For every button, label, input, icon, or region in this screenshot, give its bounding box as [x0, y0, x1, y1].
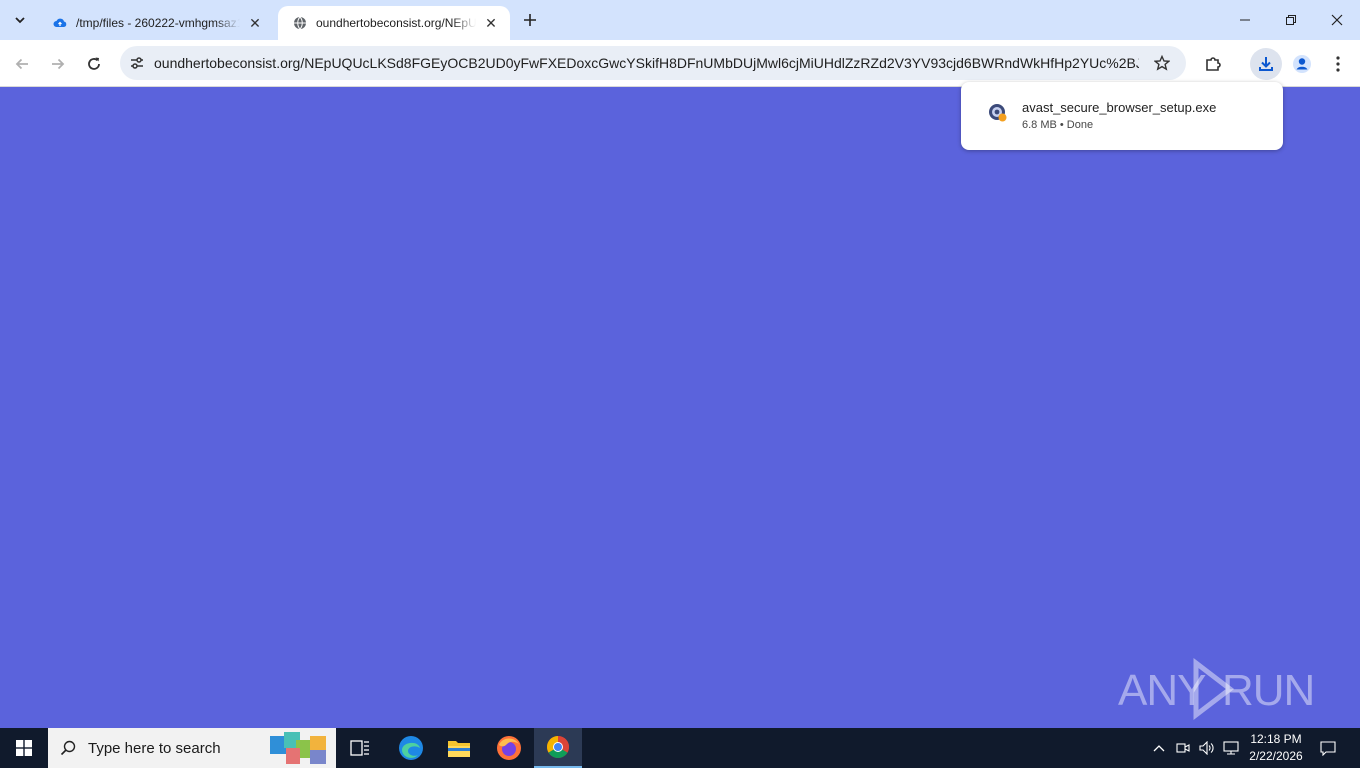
- downloads-button[interactable]: [1250, 48, 1282, 80]
- system-clock[interactable]: 12:18 PM 2/22/2026: [1244, 731, 1308, 765]
- search-placeholder: Type here to search: [88, 739, 221, 757]
- close-icon[interactable]: ✕: [482, 14, 500, 32]
- more-vert-icon: [1336, 56, 1340, 72]
- address-bar[interactable]: oundhertobeconsist.org/NEpUQUcLKSd8FGEyO…: [120, 46, 1186, 80]
- forward-button[interactable]: [44, 50, 72, 78]
- network-button[interactable]: [1222, 728, 1240, 768]
- profile-button[interactable]: [1286, 48, 1318, 80]
- minimize-button[interactable]: [1222, 0, 1268, 40]
- browser-toolbar: oundhertobeconsist.org/NEpUQUcLKSd8FGEyO…: [0, 40, 1360, 87]
- tab-oundhertobeconsist[interactable]: oundhertobeconsist.org/NEpUQ ✕: [278, 6, 510, 40]
- close-icon: [1331, 14, 1343, 26]
- back-button[interactable]: [8, 50, 36, 78]
- star-icon: [1154, 55, 1170, 71]
- clock-date: 2/22/2026: [1249, 749, 1303, 763]
- taskbar-search-box[interactable]: Type here to search: [48, 728, 336, 768]
- start-button[interactable]: [0, 728, 48, 768]
- edge-icon: [399, 736, 423, 760]
- firefox-icon: [497, 736, 521, 760]
- reload-icon: [88, 57, 100, 70]
- avatar-icon: [1293, 55, 1311, 73]
- plus-icon: [524, 14, 536, 26]
- close-icon[interactable]: ✕: [246, 14, 264, 32]
- svg-text:RUN: RUN: [1222, 666, 1314, 715]
- tune-icon: [131, 57, 143, 69]
- windows-logo-icon: [16, 740, 32, 756]
- search-icon: [48, 740, 88, 756]
- arrow-right-icon: [52, 58, 65, 70]
- download-status: 6.8 MB • Done: [1022, 119, 1094, 131]
- restore-button[interactable]: [1268, 0, 1314, 40]
- page-content: [0, 88, 1360, 728]
- windows-taskbar: Type here to search 12:18 PM 2/22/2026: [0, 728, 1360, 768]
- minimize-icon: [1240, 19, 1250, 21]
- task-view-button[interactable]: [336, 728, 384, 768]
- restore-icon: [1286, 15, 1296, 25]
- tab-search-button[interactable]: [7, 8, 33, 32]
- chrome-icon: [547, 736, 569, 758]
- tray-overflow-button[interactable]: [1150, 728, 1168, 768]
- download-bubble[interactable]: avast_secure_browser_setup.exe 6.8 MB • …: [961, 82, 1283, 150]
- installer-file-icon: [989, 104, 1007, 122]
- menu-button[interactable]: [1322, 48, 1354, 80]
- anyrun-watermark: ANY RUN: [1118, 656, 1318, 722]
- meet-now-button[interactable]: [1174, 728, 1192, 768]
- chevron-down-icon: [15, 17, 25, 24]
- network-icon: [1223, 741, 1239, 755]
- download-icon: [1259, 57, 1273, 71]
- download-filename[interactable]: avast_secure_browser_setup.exe: [1022, 100, 1216, 115]
- new-tab-button[interactable]: [518, 8, 542, 32]
- chevron-up-icon: [1153, 745, 1165, 752]
- site-info-button[interactable]: [120, 46, 154, 80]
- arrow-left-icon: [15, 58, 28, 70]
- bookmark-button[interactable]: [1147, 48, 1177, 78]
- tab-title: /tmp/files - 260222-vmhgmsaz1: [76, 16, 240, 30]
- extensions-button[interactable]: [1197, 48, 1229, 80]
- globe-icon: [292, 15, 308, 31]
- firefox-button[interactable]: [485, 728, 533, 768]
- notifications-button[interactable]: [1314, 728, 1342, 768]
- tab-strip: /tmp/files - 260222-vmhgmsaz1 ✕ oundhert…: [0, 0, 1360, 40]
- camera-icon: [1176, 743, 1190, 753]
- url-text[interactable]: oundhertobeconsist.org/NEpUQUcLKSd8FGEyO…: [154, 55, 1139, 71]
- svg-text:ANY: ANY: [1118, 666, 1206, 715]
- chrome-button[interactable]: [534, 728, 582, 768]
- notification-icon: [1320, 741, 1336, 756]
- close-window-button[interactable]: [1314, 0, 1360, 40]
- puzzle-icon: [1206, 57, 1221, 71]
- clock-time: 12:18 PM: [1250, 732, 1302, 746]
- tab-tmp-files[interactable]: /tmp/files - 260222-vmhgmsaz1 ✕: [38, 6, 274, 40]
- tab-title: oundhertobeconsist.org/NEpUQ: [316, 16, 476, 30]
- search-highlight-puzzle-icon: [270, 732, 326, 764]
- file-explorer-button[interactable]: [435, 728, 483, 768]
- reload-button[interactable]: [80, 50, 108, 78]
- volume-button[interactable]: [1198, 728, 1216, 768]
- file-explorer-icon: [448, 741, 470, 757]
- task-view-icon: [350, 740, 369, 756]
- anyrun-logo: ANY RUN: [1118, 657, 1314, 721]
- edge-button[interactable]: [387, 728, 435, 768]
- cloud-upload-icon: [52, 15, 68, 31]
- speaker-icon: [1199, 741, 1214, 755]
